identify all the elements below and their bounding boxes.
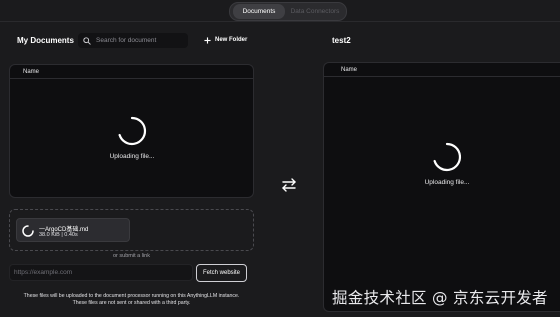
watermark-text: 掘金技术社区 @ 京东云开发者 [332, 289, 548, 307]
new-folder-button[interactable]: New Folder [204, 34, 247, 46]
uploading-status: Uploading file... [424, 179, 470, 186]
spinner-icon [22, 225, 34, 237]
tab-data-connectors[interactable]: Data Connectors [285, 4, 345, 19]
upload-notice-line2: These files are not sent or shared with … [72, 300, 191, 306]
search-icon [83, 36, 91, 45]
swap-arrows-icon[interactable] [281, 177, 297, 193]
spinner-icon [118, 116, 147, 146]
spinner-icon [433, 142, 462, 172]
search-bar [78, 33, 188, 48]
uploading-status: Uploading file... [109, 153, 155, 160]
workspace-documents-panel: Name Uploading file... [323, 62, 560, 312]
view-tabs: Documents Data Connectors [229, 2, 347, 21]
table-header: Name [10, 65, 253, 79]
my-documents-panel: Name Uploading file... [9, 64, 254, 198]
plus-icon [204, 36, 211, 44]
column-name-header: Name [23, 68, 40, 75]
new-folder-label: New Folder [215, 37, 248, 43]
my-documents-title: My Documents [17, 36, 74, 45]
url-input[interactable] [9, 264, 193, 281]
fetch-website-button[interactable]: Fetch website [196, 264, 247, 282]
upload-dropzone[interactable]: 一ArgoCD基础.md 38.0 KiB | 0.40s [9, 209, 254, 251]
search-input[interactable] [96, 37, 184, 44]
column-name-header: Name [341, 66, 358, 73]
table-header: Name [324, 63, 560, 77]
or-submit-link-label: or submit a link [113, 253, 150, 259]
file-meta: 38.0 KiB | 0.40s [39, 232, 78, 238]
upload-notice-line1: These files will be uploaded to the docu… [23, 293, 240, 299]
uploading-file-card: 一ArgoCD基础.md 38.0 KiB | 0.40s [16, 218, 130, 242]
workspace-title: test2 [332, 36, 351, 45]
tab-documents[interactable]: Documents [233, 4, 285, 19]
